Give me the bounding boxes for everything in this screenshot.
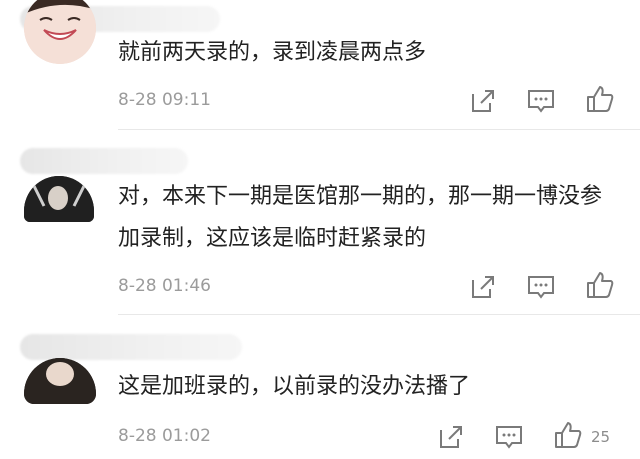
share-button[interactable]	[436, 422, 466, 452]
comment-item-1: 就前两天录的，录到凌晨两点多 8-28 09:11	[0, 0, 640, 132]
like-button[interactable]	[553, 420, 583, 450]
comment-button[interactable]	[526, 272, 556, 302]
thumbs-up-icon	[555, 422, 582, 448]
divider	[118, 129, 640, 130]
avatar[interactable]	[24, 358, 96, 404]
like-count: 25	[591, 428, 611, 446]
share-button[interactable]	[468, 86, 498, 116]
avatar[interactable]	[24, 176, 94, 222]
share-icon	[472, 90, 494, 112]
share-button[interactable]	[468, 272, 498, 302]
comment-time: 8-28 01:46	[118, 276, 211, 296]
comment-button[interactable]	[494, 422, 524, 452]
comment-icon	[496, 426, 522, 449]
comment-text: 对，本来下一期是医馆那一期的，那一期一博没参加录制，这应该是临时赶紧录的	[118, 184, 603, 251]
comment-text: 这是加班录的，以前录的没办法播了	[118, 374, 471, 399]
comment-button[interactable]	[526, 86, 556, 116]
comment-icon	[528, 276, 554, 299]
comment-item-2: 对，本来下一期是医馆那一期的，那一期一博没参加录制，这应该是临时赶紧录的 8-2…	[0, 132, 640, 315]
comment-icon	[528, 90, 554, 113]
divider	[118, 314, 640, 315]
thumbs-up-icon	[587, 272, 614, 298]
comment-time: 8-28 09:11	[118, 90, 211, 110]
avatar[interactable]	[24, 0, 96, 64]
share-icon	[440, 426, 462, 448]
comment-time: 8-28 01:02	[118, 426, 211, 446]
comment-text: 就前两天录的，录到凌晨两点多	[118, 40, 427, 65]
comment-item-3: 这是加班录的，以前录的没办法播了 8-28 01:02 25	[0, 318, 640, 459]
like-button[interactable]	[585, 270, 615, 300]
share-icon	[472, 276, 494, 298]
username-redacted	[20, 148, 188, 174]
thumbs-up-icon	[587, 86, 614, 112]
like-button[interactable]	[585, 84, 615, 114]
username-redacted	[20, 334, 242, 360]
